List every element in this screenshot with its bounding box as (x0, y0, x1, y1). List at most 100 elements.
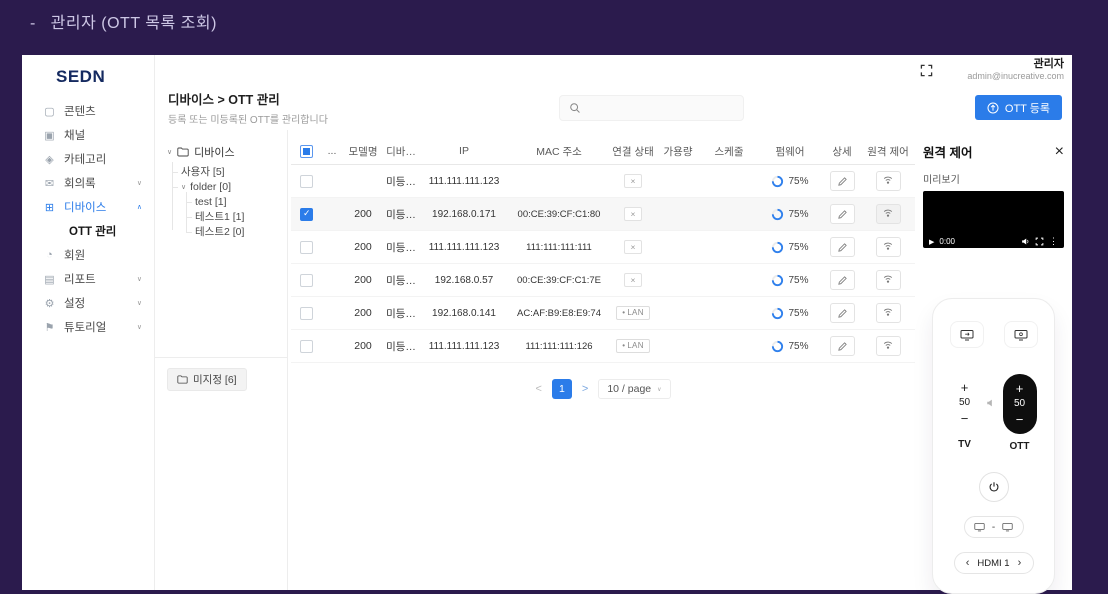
page-1-button[interactable]: 1 (551, 379, 572, 399)
play-button[interactable]: ▶ (929, 238, 934, 246)
video-preview-player[interactable]: ▶ 0:00 ⋮ (923, 191, 1064, 248)
sidebar-item-3[interactable]: ◈ 카테고리 (22, 147, 154, 171)
edit-button[interactable] (829, 303, 855, 323)
prev-page-button[interactable]: < (535, 383, 541, 395)
remote-control-button[interactable] (875, 171, 901, 191)
cell-firmware: 75% (759, 241, 821, 254)
speaker-icon (1022, 238, 1029, 245)
remote-signal-icon (883, 209, 893, 217)
row-checkbox[interactable] (299, 339, 313, 353)
table-row-1[interactable]: 미등… 111.111.111.123 × 75% (291, 165, 915, 198)
chevron-icon: ∨ (136, 300, 142, 307)
category-icon: ◈ (45, 153, 54, 166)
edit-button[interactable] (829, 336, 855, 356)
user-info[interactable]: 관리자 admin@inucreative.com (967, 58, 1064, 83)
page-size-value: 10 / page (607, 383, 652, 395)
remote-control-button[interactable] (875, 237, 901, 257)
hdmi-next-button[interactable]: › (1018, 557, 1022, 569)
page-size-select[interactable]: 10 / page ∨ (598, 379, 671, 399)
close-button[interactable]: × (1055, 143, 1064, 160)
row-checkbox[interactable] (299, 240, 313, 254)
row-checkbox[interactable] (299, 207, 313, 221)
status-badge: LAN (616, 338, 650, 354)
pencil-icon (837, 242, 847, 252)
search-box[interactable] (558, 94, 744, 121)
display-refresh-button[interactable] (949, 321, 984, 348)
select-all-checkbox[interactable] (299, 144, 313, 158)
sidebar-item-2[interactable]: ▣ 채널 (22, 123, 154, 147)
volume-button[interactable] (1021, 237, 1030, 246)
select-caret-icon: ∨ (657, 386, 662, 393)
tree-item-1[interactable]: 사용자 [5] (167, 164, 279, 179)
member-icon: ◔ (46, 249, 53, 261)
display-settings-button[interactable] (1003, 321, 1038, 348)
ott-volume-up-button[interactable]: + (1016, 382, 1024, 395)
ott-volume-down-button[interactable]: − (1016, 413, 1024, 426)
mute-speaker-icon (986, 398, 996, 408)
player-menu-button[interactable]: ⋮ (1049, 237, 1058, 246)
minutes-icon: ✉ (44, 177, 55, 190)
table-row-6[interactable]: 200 미등… 111.111.111.123 111:111:111:126 … (291, 330, 915, 363)
column-header-dots[interactable]: ... (321, 145, 343, 157)
chevron-icon: ∨ (136, 276, 142, 283)
tree-footer: 미지정 [6] (155, 357, 287, 391)
player-fullscreen-button[interactable] (1035, 237, 1044, 246)
firmware-value: 75% (788, 340, 809, 352)
tv-volume-up-button[interactable]: + (961, 381, 969, 394)
pagination: < 1 > 10 / page ∨ (291, 379, 915, 399)
edit-button[interactable] (829, 270, 855, 290)
remote-signal-icon (883, 341, 893, 349)
row-checkbox[interactable] (299, 306, 313, 320)
tree-root-device[interactable]: ∨ 디바이스 (167, 144, 279, 160)
sidebar-item-6[interactable]: OTT 관리 (22, 219, 154, 243)
unassigned-folder[interactable]: 미지정 [6] (167, 368, 247, 391)
next-page-button[interactable]: > (582, 383, 588, 395)
sidebar-item-10[interactable]: ⚑ 튜토리얼 ∨ (22, 315, 154, 339)
ott-volume-group: + 50 − OTT (1002, 374, 1037, 452)
status-badge: × (623, 206, 643, 222)
tree-item-4[interactable]: 테스트1 [1] (167, 209, 279, 224)
user-email: admin@inucreative.com (967, 71, 1064, 82)
column-header-status: 연결 상태 (612, 145, 654, 158)
power-button[interactable] (978, 472, 1009, 502)
cell-checkbox (291, 273, 321, 287)
sidebar-item-4[interactable]: ✉ 회의록 ∨ (22, 171, 154, 195)
search-input[interactable] (586, 100, 734, 115)
sidebar-item-1[interactable]: ▢ 콘텐츠 (22, 99, 154, 123)
table-row-3[interactable]: 200 미등… 111.111.111.123 111:111:111:111 … (291, 231, 915, 264)
device-tree-panel: ∨ 디바이스 사용자 [5] ∨ folder [0] test [1] 테스트… (155, 130, 288, 590)
sidebar-item-8[interactable]: ▤ 리포트 ∨ (22, 267, 154, 291)
table-row-5[interactable]: 200 미등… 192.168.0.141 AC:AF:B9:E8:E9:74 … (291, 297, 915, 330)
input-switch-button[interactable]: - (963, 516, 1024, 538)
cell-firmware: 75% (759, 307, 821, 320)
edit-button[interactable] (829, 204, 855, 224)
table-row-2[interactable]: 200 미등… 192.168.0.171 00:CE:39:CF:C1:80 … (291, 198, 915, 231)
ott-register-button[interactable]: OTT 등록 (974, 95, 1062, 120)
hdmi-value: HDMI 1 (977, 557, 1010, 569)
edit-button[interactable] (829, 237, 855, 257)
remote-control-button[interactable] (875, 303, 901, 323)
tree-item-3[interactable]: test [1] (167, 194, 279, 209)
tv-label: TV (958, 439, 971, 450)
row-checkbox[interactable] (299, 174, 313, 188)
tv-volume-down-button[interactable]: − (961, 412, 969, 425)
sidebar-item-7[interactable]: ◔ 회원 (22, 243, 154, 267)
table-row-4[interactable]: 200 미등… 192.168.0.57 00:CE:39:CF:C1:7E ×… (291, 264, 915, 297)
firmware-progress-ring (772, 307, 784, 319)
edit-button[interactable] (829, 171, 855, 191)
sidebar-item-9[interactable]: ⚙ 설정 ∨ (22, 291, 154, 315)
tree-item-5[interactable]: 테스트2 [0] (167, 224, 279, 239)
tv-volume-control: + 50 − (951, 374, 979, 432)
ott-label: OTT (1009, 441, 1030, 452)
remote-control-button[interactable] (875, 270, 901, 290)
cell-remote (863, 237, 913, 257)
cell-mac: 00:CE:39:CF:C1:80 (517, 208, 601, 220)
row-checkbox[interactable] (299, 273, 313, 287)
fullscreen-button[interactable] (920, 64, 933, 77)
hdmi-prev-button[interactable]: ‹ (966, 557, 970, 569)
cell-ip: 192.168.0.57 (434, 274, 494, 286)
remote-control-button[interactable] (875, 336, 901, 356)
tree-item-2[interactable]: ∨ folder [0] (167, 179, 279, 194)
remote-control-button[interactable] (875, 204, 901, 224)
sidebar-item-5[interactable]: ⊞ 디바이스 ∧ (22, 195, 154, 219)
